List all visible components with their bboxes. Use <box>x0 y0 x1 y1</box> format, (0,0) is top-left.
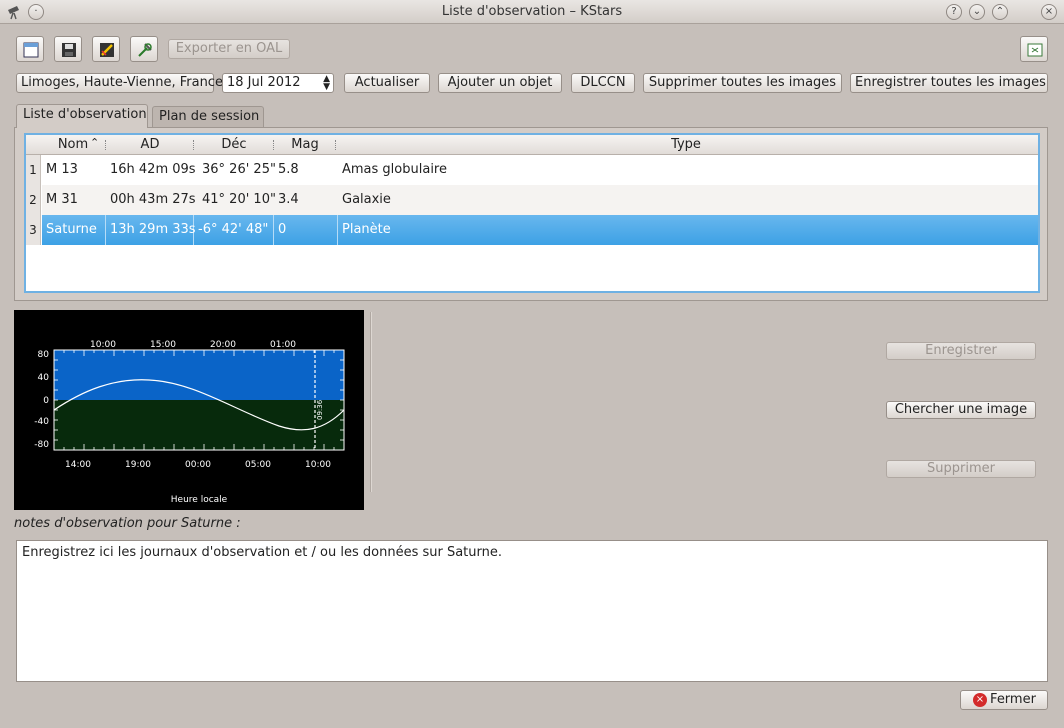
cell-nom: M 13 <box>46 162 78 177</box>
spin-arrows-icon[interactable]: ▲ ▼ <box>323 75 330 92</box>
table-row[interactable]: M 13 16h 42m 09s 36° 26' 25" 5.8 Amas gl… <box>42 155 1038 185</box>
y-tick-label: 0 <box>43 396 49 406</box>
column-header-dec[interactable]: Déc <box>194 137 274 152</box>
cell-dec: 36° 26' 25" <box>202 162 276 177</box>
close-window-button[interactable]: × <box>1041 4 1057 20</box>
cell-ad: 00h 43m 27s <box>110 192 196 207</box>
notes-label: notes d'observation pour Saturne : <box>14 516 241 531</box>
save-icon <box>62 43 76 57</box>
tab-observation-list[interactable]: Liste d'observation <box>16 104 148 128</box>
cell-dec: 41° 20' 10" <box>202 192 276 207</box>
bottom-tick-label: 14:00 <box>65 460 91 470</box>
current-time-label: 09:36 <box>316 399 324 420</box>
cell-ad: 13h 29m 33s <box>110 222 196 237</box>
maximize-button[interactable]: ⌃ <box>992 4 1008 20</box>
export-oal-button[interactable]: Exporter en OAL <box>168 39 290 59</box>
save-all-images-button[interactable]: Enregistrer toutes les images <box>850 73 1048 93</box>
column-header-mag[interactable]: Mag <box>274 137 336 152</box>
table-header: Nom ⌃ AD Déc Mag Type <box>26 135 1038 155</box>
column-header-ad[interactable]: AD <box>106 137 194 152</box>
kstars-observation-window: · Liste d'observation – KStars ? ⌄ ⌃ × E… <box>0 0 1064 728</box>
layout-icon <box>1027 43 1043 57</box>
search-image-button[interactable]: Chercher une image <box>886 401 1036 419</box>
table-row[interactable]: M 31 00h 43m 27s 41° 20' 10" 3.4 Galaxie <box>42 185 1038 215</box>
help-button[interactable]: ? <box>946 4 962 20</box>
minimize-button[interactable]: ⌄ <box>969 4 985 20</box>
observation-table[interactable]: Nom ⌃ AD Déc Mag Type 1 M 13 16h 42m 09s… <box>24 133 1040 293</box>
cell-type: Amas globulaire <box>342 162 447 177</box>
tools-icon <box>138 43 152 57</box>
bottom-tick-label: 10:00 <box>305 460 331 470</box>
date-value: 18 Jul 2012 <box>227 75 301 90</box>
cell-nom: M 31 <box>46 192 78 207</box>
close-circle-icon: × <box>973 693 987 707</box>
tab-session-plan[interactable]: Plan de session <box>152 106 264 128</box>
dlccn-button[interactable]: DLCCN <box>571 73 635 93</box>
row-number: 1 <box>26 155 41 185</box>
x-axis-label: Heure locale <box>171 495 228 505</box>
toggle-view-button[interactable] <box>1020 36 1048 62</box>
column-header-type[interactable]: Type <box>336 137 1036 152</box>
top-tick-label: 10:00 <box>90 340 116 350</box>
altitude-vs-time-plot: 09:36 10:00 15:00 20:00 01:00 14:00 19:0… <box>14 310 364 510</box>
ground-region <box>54 400 344 450</box>
splitter[interactable] <box>370 312 372 492</box>
close-button-label: Fermer <box>990 692 1036 707</box>
bottom-tick-label: 05:00 <box>245 460 271 470</box>
open-wishlist-button[interactable] <box>130 36 158 62</box>
bottom-tick-label: 19:00 <box>125 460 151 470</box>
cell-type: Planète <box>342 222 391 237</box>
cell-dec: -6° 42' 48" <box>198 222 269 237</box>
delete-button[interactable]: Supprimer <box>886 460 1036 478</box>
y-tick-label: -40 <box>34 417 49 427</box>
wizard-button[interactable] <box>92 36 120 62</box>
cell-mag: 3.4 <box>278 192 299 207</box>
y-tick-label: -80 <box>34 440 49 450</box>
cell-type: Galaxie <box>342 192 391 207</box>
delete-all-images-button[interactable]: Supprimer toutes les images <box>643 73 842 93</box>
save-notes-button[interactable]: Enregistrer <box>886 342 1036 360</box>
save-list-button[interactable] <box>54 36 82 62</box>
table-row-selected[interactable]: Saturne 13h 29m 33s -6° 42' 48" 0 Planèt… <box>42 215 1038 245</box>
close-button[interactable]: × Fermer <box>960 690 1048 710</box>
y-tick-label: 80 <box>38 350 50 360</box>
cell-mag: 0 <box>278 222 287 237</box>
title-bar: · Liste d'observation – KStars ? ⌄ ⌃ × <box>0 0 1064 24</box>
cell-mag: 5.8 <box>278 162 299 177</box>
update-button[interactable]: Actualiser <box>344 73 430 93</box>
new-list-button[interactable] <box>16 36 44 62</box>
row-number: 2 <box>26 185 41 215</box>
date-spinbox[interactable]: 18 Jul 2012 ▲ ▼ <box>222 73 334 93</box>
y-tick-label: 40 <box>38 373 50 383</box>
altitude-plot-svg: 09:36 10:00 15:00 20:00 01:00 14:00 19:0… <box>34 340 345 505</box>
location-button[interactable]: Limoges, Haute-Vienne, France <box>16 73 223 93</box>
new-document-icon <box>23 42 39 58</box>
add-object-button[interactable]: Ajouter un objet <box>438 73 562 93</box>
notes-text: Enregistrez ici les journaux d'observati… <box>22 545 503 560</box>
row-number: 3 <box>26 215 41 245</box>
bottom-tick-label: 00:00 <box>185 460 211 470</box>
window-title: Liste d'observation – KStars <box>441 4 623 19</box>
cell-nom: Saturne <box>46 222 97 237</box>
sort-ascending-icon: ⌃ <box>90 136 100 149</box>
sky-region <box>54 350 344 400</box>
wizard-icon <box>100 43 114 57</box>
top-tick-label: 20:00 <box>210 340 236 350</box>
cell-ad: 16h 42m 09s <box>110 162 196 177</box>
top-tick-label: 01:00 <box>270 340 296 350</box>
top-tick-label: 15:00 <box>150 340 176 350</box>
notes-textarea[interactable]: Enregistrez ici les journaux d'observati… <box>16 540 1048 682</box>
